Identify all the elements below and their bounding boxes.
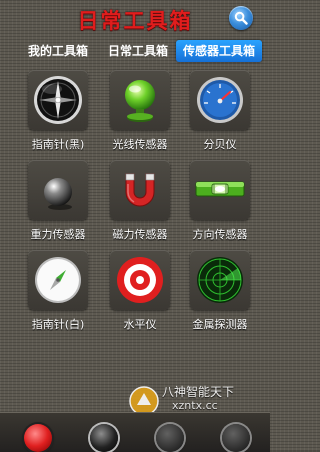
tab-sensor-toolbox[interactable]: 传感器工具箱 [176, 40, 262, 62]
tab-my-toolbox[interactable]: 我的工具箱 [22, 40, 94, 62]
black-compass-icon [34, 76, 82, 124]
gravity-ball-icon [44, 178, 72, 210]
decibel-gauge-icon [197, 77, 243, 123]
tool-black-compass[interactable]: 指南针(黑) [22, 70, 108, 158]
tool-tile [110, 250, 170, 310]
tool-tile [190, 160, 250, 220]
tool-label: 磁力传感器 [112, 228, 168, 241]
tool-decibel-meter[interactable]: 分贝仪 [184, 70, 270, 158]
dock-button-black[interactable] [90, 424, 118, 452]
search-icon [234, 11, 248, 25]
tool-label: 分贝仪 [203, 138, 237, 151]
tool-label: 重力传感器 [30, 228, 86, 241]
target-icon [117, 257, 163, 303]
tool-light-sensor[interactable]: 光线传感器 [104, 70, 190, 158]
tool-label: 指南针(白) [31, 318, 85, 331]
tool-orientation-sensor[interactable]: 方向传感器 [184, 160, 270, 248]
tab-bar: 我的工具箱 日常工具箱 传感器工具箱 [0, 40, 270, 62]
dock-button-gray[interactable] [156, 424, 184, 452]
tool-metal-detector[interactable]: 金属探测器 [184, 250, 270, 338]
tool-tile [110, 70, 170, 130]
tool-spirit-level[interactable]: 水平仪 [104, 250, 190, 338]
tool-tile [110, 160, 170, 220]
search-button[interactable] [229, 6, 253, 30]
white-compass-icon [35, 257, 81, 303]
tool-label: 光线传感器 [112, 138, 168, 151]
tab-daily-toolbox[interactable]: 日常工具箱 [102, 40, 174, 62]
tool-tile [28, 250, 88, 310]
tool-tile [190, 250, 250, 310]
tool-tile [190, 70, 250, 130]
radar-icon [197, 257, 243, 303]
tool-tile [28, 160, 88, 220]
bottom-dock [0, 412, 270, 452]
watermark-url: xzntx.cc [172, 399, 218, 412]
dock-button-gray-2[interactable] [222, 424, 250, 452]
tool-label: 金属探测器 [192, 318, 248, 331]
tool-label: 指南针(黑) [31, 138, 85, 151]
tool-white-compass[interactable]: 指南针(白) [22, 250, 108, 338]
tool-label: 水平仪 [123, 318, 157, 331]
dock-button-red[interactable] [24, 424, 52, 452]
green-globe-icon [125, 80, 155, 122]
watermark-text: 八神智能天下 [162, 385, 235, 399]
tool-label: 方向传感器 [192, 228, 248, 241]
tool-tile [28, 70, 88, 130]
level-bar-icon [195, 181, 245, 197]
tool-gravity-sensor[interactable]: 重力传感器 [22, 160, 108, 248]
horseshoe-magnet-icon [125, 173, 155, 207]
tool-magnetic-sensor[interactable]: 磁力传感器 [104, 160, 190, 248]
header: 日常工具箱 [0, 0, 270, 38]
